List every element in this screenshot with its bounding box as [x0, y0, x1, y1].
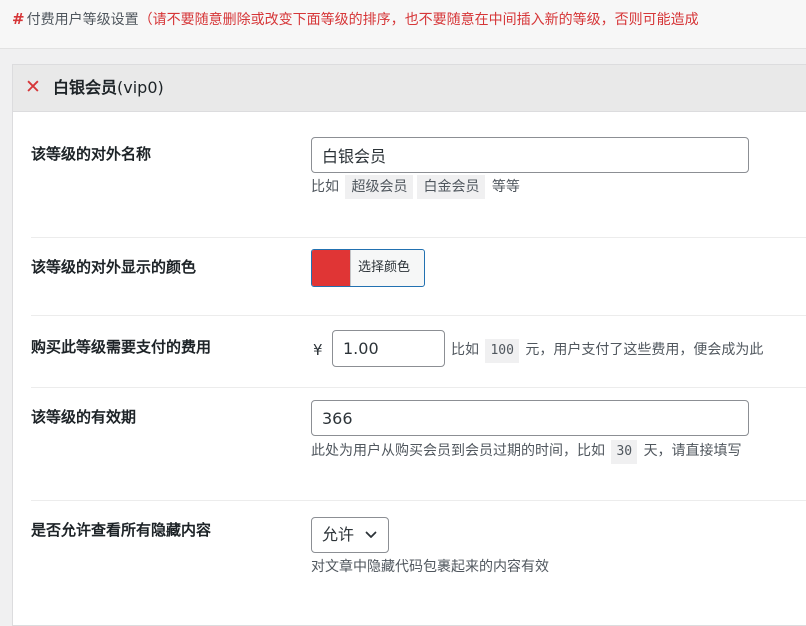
validity-example: 30 — [611, 440, 638, 464]
color-label: 该等级的对外显示的颜色 — [31, 258, 197, 276]
validity-input[interactable] — [311, 400, 749, 436]
price-example: 100 — [485, 339, 519, 363]
row-divider — [31, 387, 806, 388]
level-name: 白银会员 — [53, 78, 118, 97]
level-code: (vip0) — [117, 78, 164, 97]
price-input[interactable] — [332, 330, 445, 367]
section-label: 付费用户等级设置 — [26, 12, 139, 28]
example-chip-2: 白金会员 — [417, 175, 486, 199]
panel-title: 白银会员(vip0) — [53, 77, 164, 99]
close-icon[interactable]: ✕ — [25, 76, 41, 98]
name-input[interactable] — [311, 137, 749, 173]
select-value: 允许 — [322, 525, 355, 544]
warning-text: （请不要随意删除或改变下面等级的排序，也不要随意在中间插入新的等级，否则可能造成 — [138, 12, 699, 28]
validity-label: 该等级的有效期 — [31, 408, 137, 426]
price-help-suffix: 元，用户支付了这些费用，便会成为此 — [525, 342, 764, 358]
level-panel: ✕ 白银会员(vip0) 该等级的对外名称 比如 超级会员白金会员 等等 该等级… — [12, 64, 806, 626]
price-help: 比如 100 元，用户支付了这些费用，便会成为此 — [451, 338, 763, 363]
name-help: 比如 超级会员 白金会员 等等 — [311, 175, 520, 199]
row-divider — [31, 315, 806, 316]
price-help-prefix: 比如 — [451, 342, 479, 358]
color-swatch — [312, 250, 351, 286]
color-button-label: 选择颜色 — [358, 260, 411, 275]
chevron-down-icon — [365, 531, 377, 538]
hash-mark: # — [12, 10, 25, 28]
name-help-prefix: 比如 — [311, 179, 339, 195]
validity-help-prefix: 此处为用户从购买会员到会员过期的时间，比如 — [311, 443, 605, 459]
hidden-content-label: 是否允许查看所有隐藏内容 — [31, 521, 212, 539]
name-help-suffix: 等等 — [491, 179, 520, 195]
notice-line: # 付费用户等级设置（请不要随意删除或改变下面等级的排序，也不要随意在中间插入新的… — [12, 9, 699, 30]
hidden-content-select[interactable]: 允许 — [311, 517, 389, 553]
currency-symbol: ¥ — [313, 341, 323, 359]
row-divider — [31, 500, 806, 501]
price-label: 购买此等级需要支付的费用 — [31, 338, 212, 356]
example-chip-1: 超级会员 — [345, 175, 414, 199]
hidden-content-help: 对文章中隐藏代码包裹起来的内容有效 — [311, 559, 549, 575]
name-label: 该等级的对外名称 — [31, 145, 152, 163]
row-divider — [31, 237, 806, 238]
color-picker-button[interactable]: 选择颜色 — [311, 249, 425, 287]
validity-help-suffix: 天，请直接填写 — [643, 443, 742, 459]
settings-notice: # 付费用户等级设置（请不要随意删除或改变下面等级的排序，也不要随意在中间插入新的… — [0, 0, 806, 49]
panel-header: ✕ 白银会员(vip0) — [13, 65, 806, 112]
validity-help: 此处为用户从购买会员到会员过期的时间，比如 30 天，请直接填写 — [311, 439, 742, 464]
